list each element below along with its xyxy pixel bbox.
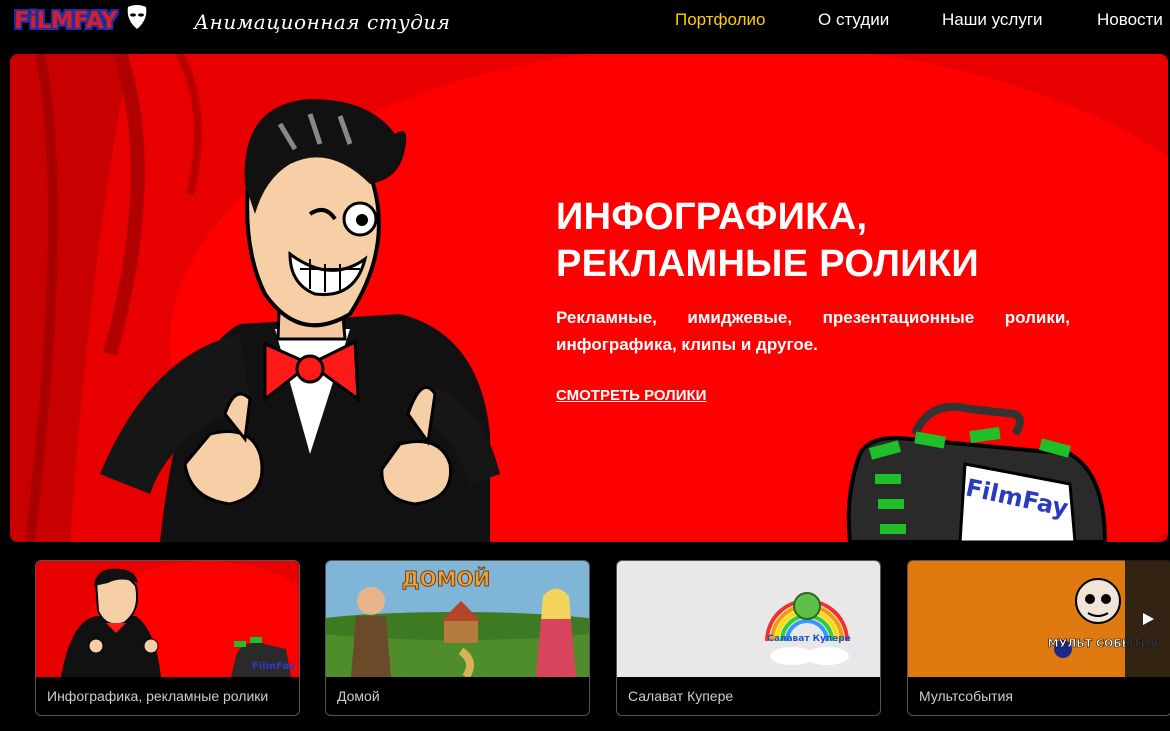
card-caption: Салават Купере (628, 688, 734, 704)
thumb-title-text: ДОМОЙ (402, 567, 490, 591)
card-thumbnail: FilmFay (36, 561, 299, 677)
site-header: FiLMFAY Анимационная студия Портфолио О … (0, 0, 1170, 40)
hero-illustration (10, 54, 1168, 542)
portfolio-card[interactable]: Салават Купере Салават Купере (616, 560, 881, 716)
card-caption: Домой (337, 688, 380, 704)
carousel-next-button[interactable] (1125, 560, 1170, 677)
thumb-title-text: Салават Купере (767, 634, 851, 644)
nav-about[interactable]: О студии (818, 10, 918, 30)
portfolio-card[interactable]: ДОМОЙ Домой (325, 560, 590, 716)
nav-news[interactable]: Новости (1097, 10, 1170, 30)
hero-banner: FilmFay ИНФОГРАФИКА, РЕКЛАМНЫЕ РОЛИКИ Ре… (10, 54, 1168, 542)
portfolio-card[interactable]: FilmFay Инфографика, рекламные ролики (35, 560, 300, 716)
card-caption: Мультсобытия (919, 688, 1013, 704)
logo[interactable]: FiLMFAY (14, 6, 117, 36)
hero-description: Рекламные, имиджевые, презентационные ро… (556, 308, 1070, 354)
nav-services[interactable]: Наши услуги (942, 10, 1072, 30)
card-caption: Инфографика, рекламные ролики (47, 688, 269, 704)
portfolio-carousel: FilmFay Инфографика, рекламные ролики ДО… (0, 560, 1170, 720)
mask-icon (127, 5, 147, 29)
watch-videos-link[interactable]: СМОТРЕТЬ РОЛИКИ (556, 387, 706, 404)
nav-portfolio[interactable]: Портфолио (675, 10, 795, 30)
hero-title: ИНФОГРАФИКА, РЕКЛАМНЫЕ РОЛИКИ (556, 196, 979, 285)
card-thumbnail: Салават Купере (617, 561, 880, 677)
play-right-arrow-icon (1142, 612, 1154, 625)
logo-text: FiLMFAY (14, 8, 117, 34)
studio-tagline: Анимационная студия (194, 10, 451, 34)
thumb-logo-text: FilmFay (252, 661, 296, 672)
card-thumbnail: ДОМОЙ (326, 561, 589, 677)
